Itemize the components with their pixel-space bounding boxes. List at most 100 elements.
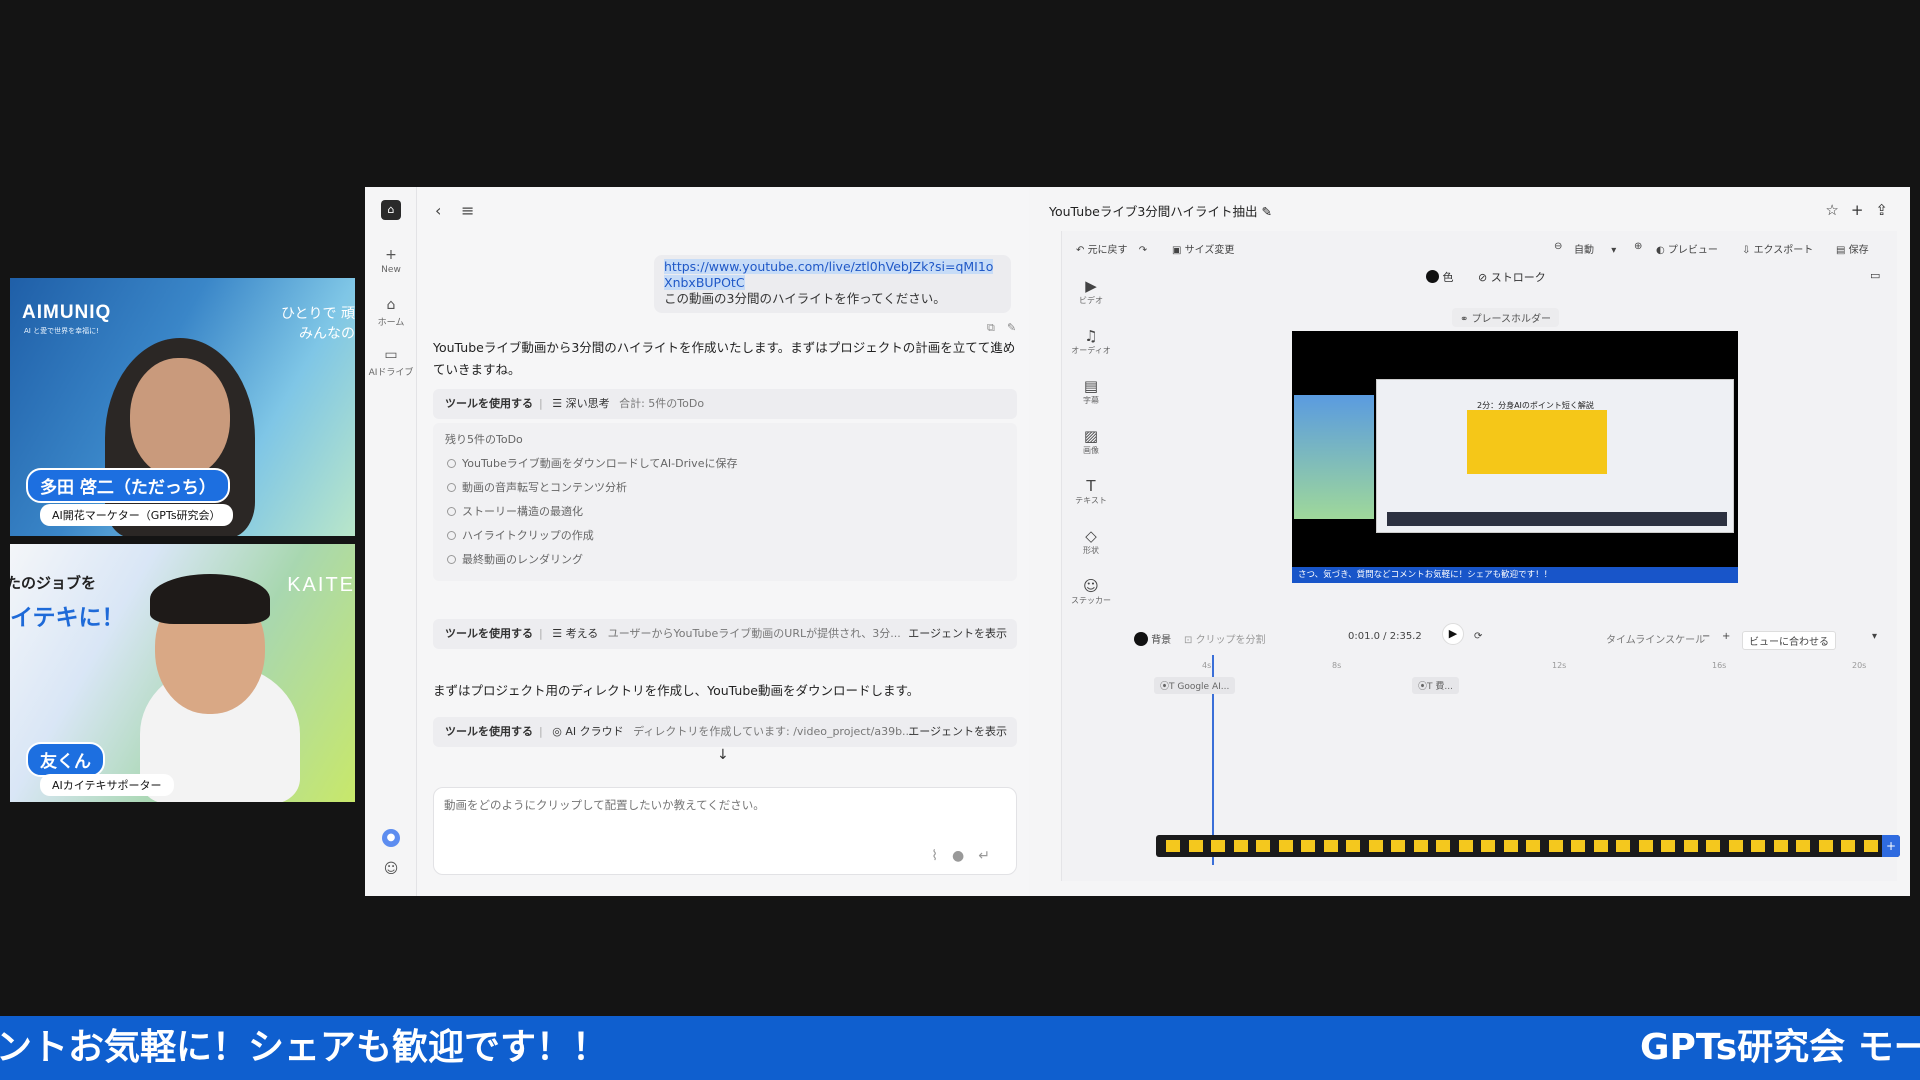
chat-input-box[interactable]: ⌇●↵: [433, 787, 1017, 875]
edit-title-icon[interactable]: ✎: [1262, 204, 1272, 219]
menu-icon[interactable]: ≡: [461, 201, 474, 220]
tool-image[interactable]: ▨ 画像: [1062, 421, 1120, 471]
split-clip-button[interactable]: ⊡ クリップを分割: [1184, 631, 1266, 646]
scale-minus-icon[interactable]: −: [1702, 631, 1710, 642]
rail-drive[interactable]: ▭ AIドライブ: [365, 347, 417, 378]
edit-icon[interactable]: ✎: [1007, 321, 1016, 334]
cam-brand-tagline: AI と愛で世界を幸福に!: [24, 327, 99, 335]
timeline-clip-label: 費...: [1435, 682, 1453, 692]
user-message-url[interactable]: https://www.youtube.com/live/ztl0hVebJZk…: [664, 259, 994, 290]
track-frame: [1571, 840, 1585, 852]
todo-checkbox-icon: [447, 459, 456, 468]
zoom-out-icon[interactable]: ⊖: [1554, 241, 1562, 252]
zoom-in-icon[interactable]: ⊕: [1634, 241, 1642, 252]
save-label: 保存: [1848, 245, 1869, 256]
video-icon: ▶: [1085, 277, 1097, 295]
panel-toggle-icon[interactable]: ▭: [1870, 269, 1880, 282]
loop-icon[interactable]: ⟳: [1474, 631, 1482, 642]
timeline-clip[interactable]: ⦿T Google AI...: [1154, 677, 1236, 694]
editor-tools: ▶ ビデオ ♫ オーディオ ▤ 字幕 ▨ 画像 T テキスト ◇ 形状 ☺ ステッカー: [1062, 271, 1120, 621]
plus-icon: +: [385, 247, 397, 263]
video-editor: ↶ 元に戻す ↷ ▣ サイズ変更 ⊖ 自動 ▾ ⊕ ◐ プレビュー ⇩ エクスポ…: [1061, 231, 1900, 881]
canvas-inner-screenshot: 2分：分身AIのポイント短く解説: [1376, 379, 1734, 533]
tool-call-ai-cloud[interactable]: ツールを使用する | ◎ AI クラウド ディレクトリを作成しています: /vid…: [433, 717, 1017, 747]
fit-view-button[interactable]: ビューに合わせる: [1742, 631, 1836, 650]
add-icon[interactable]: +: [1851, 201, 1876, 219]
tool-sticker[interactable]: ☺ ステッカー: [1062, 571, 1120, 621]
star-icon[interactable]: ☆: [1825, 201, 1850, 219]
resize-button[interactable]: ▣ サイズ変更: [1172, 241, 1234, 256]
track-frame: [1818, 840, 1833, 852]
chevron-down-icon[interactable]: ▾: [1872, 631, 1877, 642]
ruler-tick: 4s: [1202, 661, 1212, 670]
ruler-tick: 8s: [1332, 661, 1342, 670]
redo-icon[interactable]: ↷: [1139, 245, 1147, 256]
background-label: 背景: [1151, 635, 1172, 646]
scroll-down-icon[interactable]: ↓: [717, 747, 729, 763]
subtitle-icon: ▤: [1083, 377, 1099, 395]
copy-icon[interactable]: ⧉: [987, 321, 995, 335]
rail-new[interactable]: + New: [365, 247, 417, 275]
video-canvas[interactable]: 2分：分身AIのポイント短く解説 さつ、気づき、質問などコメントお気軽に！シェア…: [1292, 331, 1738, 583]
export-button[interactable]: ⇩ エクスポート: [1742, 241, 1813, 256]
save-button[interactable]: ▤ 保存: [1836, 241, 1869, 256]
placeholder-chip[interactable]: ⚭ プレースホルダー: [1452, 308, 1560, 327]
app-logo-icon[interactable]: ⌂: [381, 200, 401, 220]
stroke-prop[interactable]: ⊘ ストローク: [1478, 269, 1546, 285]
add-clip-icon[interactable]: +: [1882, 835, 1900, 857]
canvas-ticker: さつ、気づき、質問などコメントお気軽に！シェアも歓迎です！！: [1292, 567, 1738, 583]
rail-assistant[interactable]: ●: [365, 825, 417, 847]
user-message-text: この動画の3分間のハイライトを作ってください。: [664, 291, 946, 306]
video-track-strip[interactable]: +: [1156, 835, 1900, 857]
input-actions: ⌇●↵: [931, 848, 1004, 864]
tool-video[interactable]: ▶ ビデオ: [1062, 271, 1120, 321]
track-frame: [1391, 840, 1405, 852]
cam-ad-line1: たのジョブを: [10, 574, 97, 592]
track-frame: [1166, 840, 1180, 852]
track-frame: [1481, 840, 1495, 852]
timeline-clip[interactable]: ⦿T 費...: [1412, 677, 1459, 694]
tool-call-thinking[interactable]: ツールを使用する | ☰ 考える ユーザーからYouTubeライブ動画のURLが提…: [433, 619, 1017, 649]
tool-call-detail: ディレクトリを作成しています: /video_project/a39b...: [633, 725, 913, 738]
rail-home[interactable]: ⌂ ホーム: [365, 297, 417, 328]
track-frame: [1503, 840, 1518, 852]
todo-item-text: 最終動画のレンダリング: [462, 553, 583, 566]
send-icon[interactable]: ↵: [978, 848, 1004, 864]
project-title[interactable]: YouTubeライブ3分間ハイライト抽出 ✎: [1049, 201, 1272, 220]
home-icon: ⌂: [386, 297, 396, 313]
tool-subtitle[interactable]: ▤ 字幕: [1062, 371, 1120, 421]
show-agent-button[interactable]: エージェントを表示: [908, 717, 1007, 747]
app-window: ⌂ + New ⌂ ホーム ▭ AIドライブ ● ☺ ‹ ≡ https://w…: [365, 187, 1910, 896]
ruler-tick: 12s: [1552, 661, 1567, 670]
scale-plus-icon[interactable]: +: [1722, 631, 1730, 642]
mic-icon[interactable]: ●: [952, 848, 978, 864]
chat-input[interactable]: [444, 798, 1004, 812]
tool-call-detail: 合計: 5件のToDo: [619, 397, 705, 410]
undo-button[interactable]: ↶ 元に戻す ↷: [1076, 241, 1147, 256]
tool-shape[interactable]: ◇ 形状: [1062, 521, 1120, 571]
rail-profile[interactable]: ☺: [365, 861, 417, 877]
play-button[interactable]: ▶: [1442, 623, 1464, 645]
preview-button[interactable]: ◐ プレビュー: [1656, 241, 1718, 256]
zoom-select[interactable]: 自動 ▾: [1574, 241, 1616, 256]
cam-slogan-line2: みんなの: [299, 326, 355, 342]
music-icon: ♫: [1084, 327, 1098, 345]
cam-slogan-line1: ひとりで 頑: [280, 306, 355, 322]
attach-icon[interactable]: ⌇: [931, 848, 952, 864]
track-frame: [1638, 840, 1653, 852]
todo-checkbox-icon: [447, 507, 456, 516]
background-toggle[interactable]: 背景: [1134, 631, 1171, 646]
tool-audio[interactable]: ♫ オーディオ: [1062, 321, 1120, 371]
track-frame: [1863, 840, 1878, 852]
tool-call-deep-thinking[interactable]: ツールを使用する | ☰ 深い思考 合計: 5件のToDo: [433, 389, 1017, 419]
color-prop[interactable]: 色: [1426, 269, 1454, 285]
text-icon: T: [1086, 477, 1096, 495]
tool-label: テキスト: [1075, 496, 1107, 505]
todo-item: ストーリー構造の最適化: [447, 503, 583, 519]
show-agent-button[interactable]: エージェントを表示: [908, 619, 1007, 649]
share-icon[interactable]: ⇪: [1875, 201, 1900, 219]
tool-text[interactable]: T テキスト: [1062, 471, 1120, 521]
track-frame: [1368, 840, 1383, 852]
back-icon[interactable]: ‹: [435, 201, 441, 220]
timeline-clip-label: Google AI...: [1177, 682, 1230, 692]
